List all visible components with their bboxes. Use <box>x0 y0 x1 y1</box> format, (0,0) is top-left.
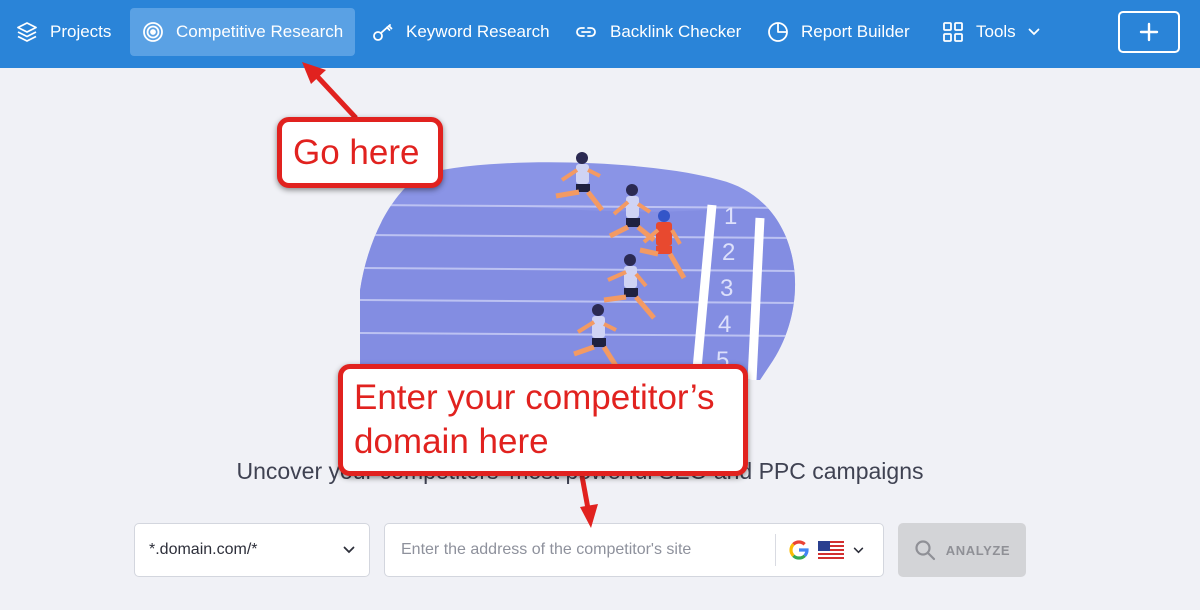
nav-item-label: Projects <box>50 22 112 41</box>
callout-go-here: Go here <box>277 117 443 188</box>
field-divider <box>775 534 776 566</box>
add-new-button[interactable] <box>1118 11 1180 53</box>
chevron-down-icon <box>343 546 355 554</box>
nav-item-keyword-research[interactable]: Keyword Research <box>360 8 562 56</box>
competitor-url-field <box>384 523 884 577</box>
chevron-down-icon <box>853 547 864 553</box>
nav-item-label: Competitive Research <box>176 22 344 41</box>
nav-item-label: Keyword Research <box>406 22 550 41</box>
nav-item-projects[interactable]: Projects <box>4 8 123 56</box>
google-icon <box>789 540 809 560</box>
pie-chart-icon <box>768 22 788 42</box>
search-engine-select[interactable] <box>781 524 881 576</box>
key-icon <box>373 24 393 41</box>
nav-item-tools[interactable]: Tools <box>930 8 1052 56</box>
chevron-down-icon <box>1028 28 1040 36</box>
link-icon <box>576 27 596 37</box>
nav-item-label: Tools <box>976 22 1016 41</box>
lane-number: 1 <box>724 203 737 230</box>
layers-icon <box>17 22 37 42</box>
top-navigation-bar: Projects Competitive Research Keyword Re… <box>0 0 1200 68</box>
grid-icon <box>943 22 963 42</box>
nav-item-report-builder[interactable]: Report Builder <box>755 8 922 56</box>
lane-number: 3 <box>720 275 733 302</box>
analyze-label: ANALYZE <box>945 542 1011 558</box>
competitor-url-input[interactable] <box>385 524 775 576</box>
lane-number: 2 <box>722 239 735 266</box>
arrow-to-competitive-research <box>302 62 358 120</box>
lane-number: 4 <box>718 311 731 338</box>
target-icon <box>143 22 163 42</box>
callout-enter-domain: Enter your competitor’s domain here <box>338 364 748 476</box>
nav-item-label: Report Builder <box>801 22 910 41</box>
us-flag-icon <box>818 541 844 559</box>
nav-item-competitive-research[interactable]: Competitive Research <box>130 8 356 56</box>
domain-scope-select[interactable]: *.domain.com/* <box>134 523 370 577</box>
nav-item-backlink-checker[interactable]: Backlink Checker <box>562 8 753 56</box>
plus-icon <box>1139 22 1159 42</box>
analyze-button[interactable]: ANALYZE <box>898 523 1026 577</box>
nav-item-label: Backlink Checker <box>610 22 742 41</box>
search-icon <box>915 540 935 561</box>
domain-scope-value: *.domain.com/* <box>149 541 258 558</box>
